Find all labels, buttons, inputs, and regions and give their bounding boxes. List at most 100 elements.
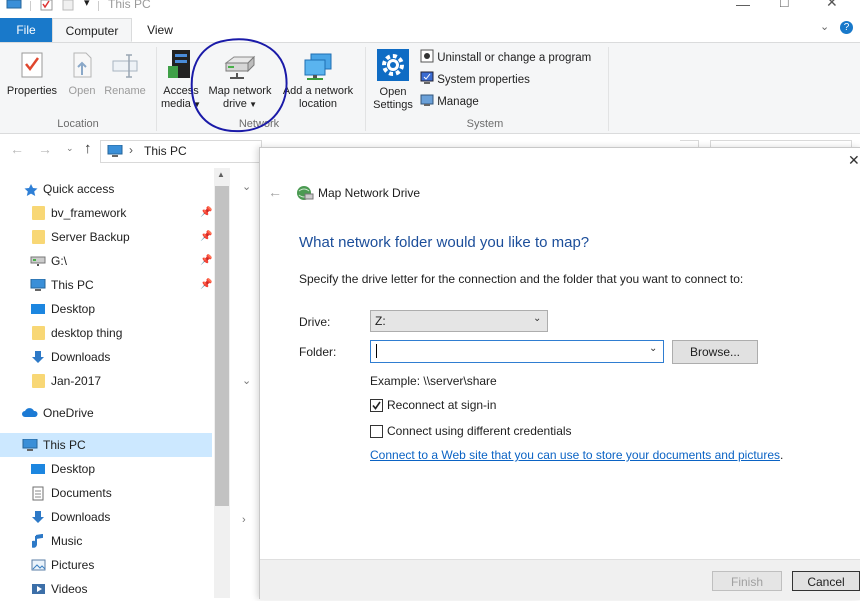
network-location-icon	[304, 53, 332, 80]
nav-pc-pictures[interactable]: Pictures	[0, 553, 212, 577]
scroll-up-icon[interactable]: ▲	[217, 170, 225, 179]
rename-icon	[112, 54, 138, 78]
properties-button[interactable]: Properties	[4, 51, 60, 98]
minimize-ribbon-icon[interactable]: ⌄	[820, 20, 829, 33]
section-expand-icon[interactable]: ⌄	[242, 374, 251, 387]
rename-button[interactable]: Rename	[102, 51, 148, 98]
group-divider	[608, 47, 609, 131]
checkmark-icon	[372, 401, 381, 410]
tab-view[interactable]: View	[134, 18, 186, 42]
map-network-drive-dialog: ✕ ← Map Network Drive What network folde…	[259, 147, 860, 600]
nav-label: Server Backup	[51, 230, 130, 244]
nav-pc-documents[interactable]: Documents	[0, 481, 212, 505]
pin-icon: 📌	[200, 279, 213, 290]
help-icon[interactable]: ?	[840, 21, 853, 34]
nav-item-bv-framework[interactable]: bv_framework 📌	[0, 201, 212, 225]
rename-label: Rename	[104, 85, 146, 97]
documents-icon	[32, 486, 44, 501]
pin-icon: 📌	[200, 207, 213, 218]
close-window-button[interactable]: ✕	[826, 0, 838, 11]
manage-label: Manage	[437, 96, 479, 108]
system-properties-button[interactable]: System properties	[420, 70, 530, 90]
system-group-label: System	[466, 118, 504, 130]
nav-this-pc[interactable]: This PC	[0, 433, 212, 457]
nav-item-server-backup[interactable]: Server Backup 📌	[0, 225, 212, 249]
nav-scrollbar-thumb[interactable]	[215, 186, 229, 506]
system-properties-icon	[420, 71, 434, 84]
nav-label: Music	[51, 534, 83, 548]
desktop-icon	[31, 464, 45, 474]
nav-label: Quick access	[43, 182, 115, 196]
nav-label: Jan-2017	[51, 374, 102, 388]
chevron-down-icon: ⌄	[533, 313, 542, 324]
open-button[interactable]: Open	[62, 51, 102, 98]
videos-icon	[32, 584, 45, 594]
drive-value: Z:	[375, 314, 386, 328]
dialog-footer: Finish Cancel	[260, 559, 860, 600]
breadcrumb-chevron-icon[interactable]: ›	[129, 143, 133, 157]
drive-label: Drive:	[299, 315, 331, 329]
section-expand-icon[interactable]: ⌄	[242, 180, 251, 193]
chevron-down-icon[interactable]: ⌄	[649, 343, 657, 354]
computer-icon	[22, 439, 38, 451]
pin-icon: 📌	[200, 231, 213, 242]
nav-pc-videos[interactable]: Videos	[0, 577, 212, 601]
nav-quick-access[interactable]: Quick access	[0, 177, 212, 201]
forward-arrow-icon[interactable]: →	[38, 141, 52, 157]
nav-item-desktop-thing[interactable]: desktop thing	[0, 321, 212, 345]
example-text: Example: \\server\share	[370, 374, 497, 388]
nav-item-jan-2017[interactable]: Jan-2017	[0, 369, 212, 393]
properties-quick-icon[interactable]	[40, 0, 53, 11]
open-settings-button[interactable]: Open Settings	[370, 48, 416, 112]
close-dialog-button[interactable]: ✕	[848, 152, 860, 169]
tab-file[interactable]: File	[0, 18, 52, 42]
recent-locations-icon[interactable]: ⌄	[66, 143, 74, 154]
folder-icon	[32, 206, 45, 220]
open-settings-line1: Open	[379, 86, 407, 98]
tab-computer[interactable]: Computer	[52, 18, 132, 42]
nav-label: This PC	[43, 438, 86, 452]
back-arrow-icon[interactable]: ←	[10, 141, 24, 157]
navigation-pane: Quick access bv_framework 📌 Server Backu…	[0, 168, 230, 598]
dialog-back-arrow-icon[interactable]: ←	[268, 184, 282, 200]
cancel-button[interactable]: Cancel	[792, 571, 860, 591]
nav-pc-music[interactable]: Music	[0, 529, 212, 553]
section-collapse-icon[interactable]: ›	[242, 514, 246, 526]
folder-label: Folder:	[299, 345, 337, 359]
nav-item-downloads[interactable]: Downloads	[0, 345, 212, 369]
nav-label: Pictures	[51, 558, 95, 572]
web-site-link[interactable]: Connect to a Web site that you can use t…	[370, 448, 780, 462]
system-properties-label: System properties	[437, 74, 530, 86]
title-bar: ▾ This PC — □ ✕	[0, 0, 860, 18]
browse-button[interactable]: Browse...	[672, 340, 758, 364]
nav-pc-downloads[interactable]: Downloads	[0, 505, 212, 529]
address-box[interactable]: › This PC	[100, 140, 262, 163]
nav-pc-desktop[interactable]: Desktop	[0, 457, 212, 481]
folder-icon	[32, 326, 45, 340]
breadcrumb[interactable]: This PC	[144, 144, 187, 158]
cloud-icon	[22, 408, 38, 417]
different-credentials-checkbox[interactable]	[370, 425, 383, 438]
nav-label: Documents	[51, 486, 112, 500]
this-pc-icon	[107, 145, 123, 157]
drive-select[interactable]: Z: ⌄	[370, 310, 548, 332]
minimize-button[interactable]: —	[736, 0, 750, 12]
nav-item-g-drive[interactable]: G:\ 📌	[0, 249, 212, 273]
properties-label: Properties	[6, 85, 58, 97]
finish-button[interactable]: Finish	[712, 571, 782, 591]
nav-label: Downloads	[51, 350, 111, 364]
nav-item-this-pc-pinned[interactable]: This PC 📌	[0, 273, 212, 297]
nav-onedrive[interactable]: OneDrive	[0, 401, 212, 425]
maximize-button[interactable]: □	[780, 0, 788, 10]
folder-icon	[32, 374, 45, 388]
manage-button[interactable]: Manage	[420, 92, 479, 112]
uninstall-program-button[interactable]: Uninstall or change a program	[420, 48, 591, 68]
nav-item-desktop[interactable]: Desktop	[0, 297, 212, 321]
reconnect-checkbox[interactable]	[370, 399, 383, 412]
folder-icon	[32, 230, 45, 244]
customize-qat-icon[interactable]: ▾	[84, 0, 90, 9]
link-suffix: .	[780, 448, 784, 462]
folder-input[interactable]: ⌄	[370, 340, 664, 363]
up-arrow-icon[interactable]: ↑	[84, 140, 92, 157]
new-folder-quick-icon[interactable]	[62, 0, 74, 11]
